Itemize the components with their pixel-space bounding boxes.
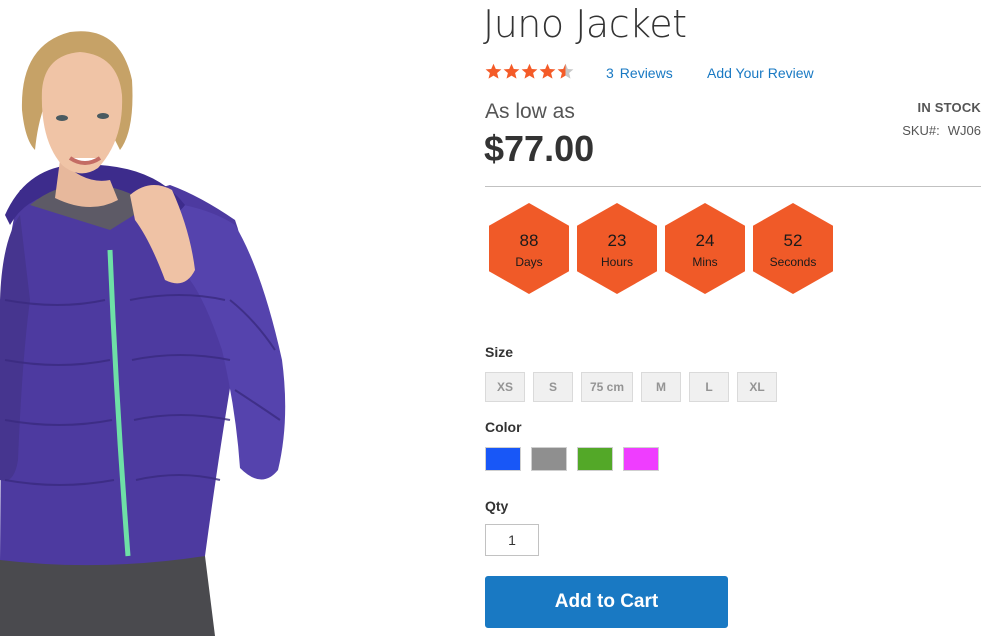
countdown-mins-value: 24 [695,231,715,250]
product-title: Juno Jacket [483,2,687,46]
product-photo-illustration [0,31,286,636]
countdown-days-value: 88 [519,231,539,250]
qty-input[interactable] [485,524,539,556]
reviews-count: 3 [606,65,614,81]
size-option-s[interactable]: S [533,372,573,402]
product-price: $77.00 [484,128,595,169]
countdown-hours-label: Hours [600,255,633,269]
countdown-mins-label: Mins [692,255,718,269]
star-icon [503,63,520,80]
reviews-label: Reviews [619,65,673,81]
stock-status: IN STOCK [917,100,981,115]
countdown-mins: 24 Mins [665,203,745,294]
divider [485,186,981,187]
star-icon [485,63,502,80]
size-option-m[interactable]: M [641,372,682,402]
size-option-xs[interactable]: XS [485,372,525,402]
add-review-link[interactable]: Add Your Review [707,65,814,81]
countdown-days: 88 Days [489,203,569,294]
size-option-75cm[interactable]: 75 cm [581,372,634,402]
countdown-seconds-value: 52 [783,231,803,250]
product-image[interactable] [0,0,300,636]
star-icon [557,63,574,80]
sku-value: WJ06 [947,123,981,138]
countdown-days-label: Days [515,255,543,269]
sku-label: SKU#: [902,123,940,138]
countdown-seconds-label: Seconds [769,255,817,269]
color-option-pink[interactable] [623,447,659,471]
reviews-link[interactable]: 3 Reviews [606,65,673,81]
size-option-xl[interactable]: XL [737,372,778,402]
countdown-hours-value: 23 [607,231,627,250]
rating-stars [485,63,574,80]
qty-label: Qty [485,498,509,514]
color-option-blue[interactable] [485,447,521,471]
add-to-cart-button[interactable]: Add to Cart [485,576,728,628]
countdown-timer: 88 Days 23 Hours 24 Mins 52 Seconds [489,203,833,294]
color-option-gray[interactable] [531,447,567,471]
price-prefix: As low as [485,100,575,123]
color-options [485,447,659,471]
sku: SKU#: WJ06 [902,123,981,138]
countdown-seconds: 52 Seconds [753,203,833,294]
countdown-hours: 23 Hours [577,203,657,294]
size-option-l[interactable]: L [689,372,730,402]
star-icon [521,63,538,80]
size-label: Size [485,344,514,360]
color-option-green[interactable] [577,447,613,471]
color-label: Color [485,419,522,435]
star-icon [539,63,556,80]
size-options: XS S 75 cm M L XL [485,372,778,402]
